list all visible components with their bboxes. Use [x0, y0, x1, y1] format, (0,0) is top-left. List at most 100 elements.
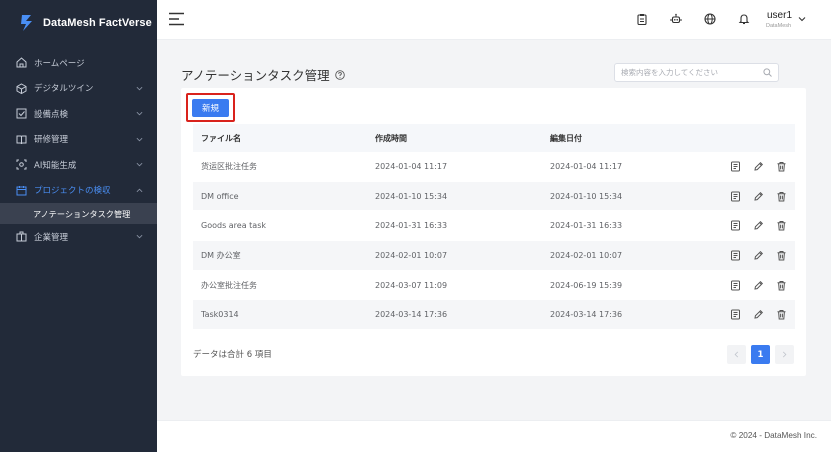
table-row[interactable]: 办公室批注任务 2024-03-07 11:09 2024-06-19 15:39: [193, 271, 795, 301]
robot-icon[interactable]: [670, 13, 682, 25]
cell-created: 2024-03-14 17:36: [375, 310, 448, 320]
edit-icon[interactable]: [753, 161, 764, 172]
chevron-down-icon[interactable]: [798, 15, 806, 23]
copyright: © 2024 - DataMesh Inc.: [730, 431, 817, 440]
cell-actions: [725, 250, 795, 261]
clipboard-icon[interactable]: [636, 13, 648, 25]
sidebar-item-training[interactable]: 研修管理: [0, 127, 157, 153]
book-icon: [16, 134, 27, 145]
search-input[interactable]: [615, 64, 760, 81]
cell-edited: 2024-03-14 17:36: [550, 310, 623, 320]
cell-edited: 2024-01-10 15:34: [550, 191, 623, 201]
ai-icon: [16, 159, 27, 170]
table-row[interactable]: 货运区批注任务 2024-01-04 11:17 2024-01-04 11:17: [193, 152, 795, 182]
sidebar-item-project-acceptance[interactable]: プロジェクトの検収: [0, 178, 157, 204]
sidebar-item-label: ホームページ: [34, 58, 85, 69]
calendar-icon: [16, 185, 27, 196]
chevron-down-icon: [136, 86, 143, 91]
new-button[interactable]: 新規: [192, 99, 229, 117]
table-row[interactable]: Goods area task 2024-01-31 16:33 2024-01-3…: [193, 211, 795, 242]
sidebar: DataMesh FactVerse ホームページ デジタルツイン 設備点検 研…: [0, 0, 157, 452]
report-icon[interactable]: [730, 161, 741, 172]
cell-file-name[interactable]: 办公室批注任务: [193, 280, 375, 291]
brand[interactable]: DataMesh FactVerse: [0, 0, 157, 46]
report-icon[interactable]: [730, 220, 741, 231]
help-icon[interactable]: [334, 69, 345, 80]
cell-edited: 2024-02-01 10:07: [550, 250, 623, 260]
sidebar-item-ai[interactable]: AI知能生成: [0, 152, 157, 178]
task-table: ファイル名 作成時間 編集日付 货运区批注任务 2024-01-04 11:17 2…: [193, 124, 795, 331]
chevron-down-icon: [136, 235, 143, 239]
table-body: 货运区批注任务 2024-01-04 11:17 2024-01-04 11:17 D…: [193, 152, 795, 331]
delete-icon[interactable]: [776, 309, 787, 320]
sidebar-item-label: 研修管理: [34, 135, 69, 146]
sidebar-item-home[interactable]: ホームページ: [0, 50, 157, 76]
cell-created: 2024-03-07 11:09: [375, 280, 448, 290]
report-icon[interactable]: [730, 250, 741, 261]
sidebar-nav: ホームページ デジタルツイン 設備点検 研修管理 AI知能生成 プロジェクトの検…: [0, 50, 157, 250]
column-header-edited[interactable]: 編集日付: [550, 133, 725, 144]
edit-icon[interactable]: [753, 280, 764, 291]
delete-icon[interactable]: [776, 280, 787, 291]
cell-edited: 2024-06-19 15:39: [550, 280, 623, 290]
top-header: user1 DataMesh: [157, 0, 831, 40]
edit-icon[interactable]: [753, 191, 764, 202]
sidebar-subitem-annotation-task[interactable]: アノテーションタスク管理: [0, 203, 157, 224]
cell-actions: [725, 220, 795, 231]
pagination-next-button[interactable]: [775, 345, 794, 364]
home-icon: [16, 57, 27, 68]
cube-icon: [16, 83, 27, 94]
edit-icon[interactable]: [753, 250, 764, 261]
cell-actions: [725, 191, 795, 202]
edit-icon[interactable]: [753, 220, 764, 231]
report-icon[interactable]: [730, 309, 741, 320]
cell-created: 2024-01-04 11:17: [375, 161, 448, 171]
column-header-created[interactable]: 作成時間: [375, 133, 550, 144]
search-icon[interactable]: [763, 68, 772, 77]
chevron-down-icon: [136, 112, 143, 116]
checkbox-icon: [16, 108, 27, 119]
report-icon[interactable]: [730, 191, 741, 202]
chevron-left-icon: [734, 351, 739, 358]
footer: © 2024 - DataMesh Inc.: [157, 420, 831, 452]
chevron-right-icon: [782, 351, 787, 358]
table-row[interactable]: DM 办公室 2024-02-01 10:07 2024-02-01 10:07: [193, 241, 795, 271]
user-name[interactable]: user1: [767, 10, 792, 21]
page-title-text: アノテーションタスク管理: [181, 68, 330, 83]
table-row[interactable]: Task0314 2024-03-14 17:36 2024-03-14 17:36: [193, 300, 795, 331]
cell-file-name[interactable]: Task0314: [193, 310, 375, 319]
datamesh-logo-icon: [21, 15, 32, 31]
cell-actions: [725, 161, 795, 172]
sidebar-item-label: 設備点検: [34, 109, 69, 120]
cell-file-name[interactable]: DM 办公室: [193, 250, 375, 261]
globe-icon[interactable]: [704, 13, 716, 25]
cell-created: 2024-02-01 10:07: [375, 250, 448, 260]
cell-actions: [725, 309, 795, 320]
report-icon[interactable]: [730, 280, 741, 291]
cell-created: 2024-01-10 15:34: [375, 191, 448, 201]
table-header: ファイル名 作成時間 編集日付: [193, 124, 795, 152]
delete-icon[interactable]: [776, 191, 787, 202]
sidebar-item-inspection[interactable]: 設備点検: [0, 101, 157, 127]
bell-icon[interactable]: [738, 13, 750, 25]
delete-icon[interactable]: [776, 220, 787, 231]
cell-file-name[interactable]: Goods area task: [193, 221, 375, 230]
user-org: DataMesh: [766, 23, 792, 29]
edit-icon[interactable]: [753, 309, 764, 320]
chevron-down-icon: [136, 163, 143, 167]
column-header-file-name[interactable]: ファイル名: [193, 133, 375, 144]
sidebar-item-enterprise[interactable]: 企業管理: [0, 224, 157, 250]
cell-edited: 2024-01-31 16:33: [550, 221, 623, 231]
table-row[interactable]: DM office 2024-01-10 15:34 2024-01-10 15:3…: [193, 181, 795, 212]
delete-icon[interactable]: [776, 161, 787, 172]
chevron-down-icon: [136, 137, 143, 142]
sidebar-item-digital-twin[interactable]: デジタルツイン: [0, 76, 157, 102]
menu-toggle-icon[interactable]: [169, 12, 184, 26]
cell-file-name[interactable]: 货运区批注任务: [193, 161, 375, 172]
pagination-prev-button[interactable]: [727, 345, 746, 364]
sidebar-item-label: AI知能生成: [34, 160, 77, 171]
delete-icon[interactable]: [776, 250, 787, 261]
pagination-page-1[interactable]: 1: [751, 345, 770, 364]
cell-actions: [725, 280, 795, 291]
cell-file-name[interactable]: DM office: [193, 192, 375, 201]
